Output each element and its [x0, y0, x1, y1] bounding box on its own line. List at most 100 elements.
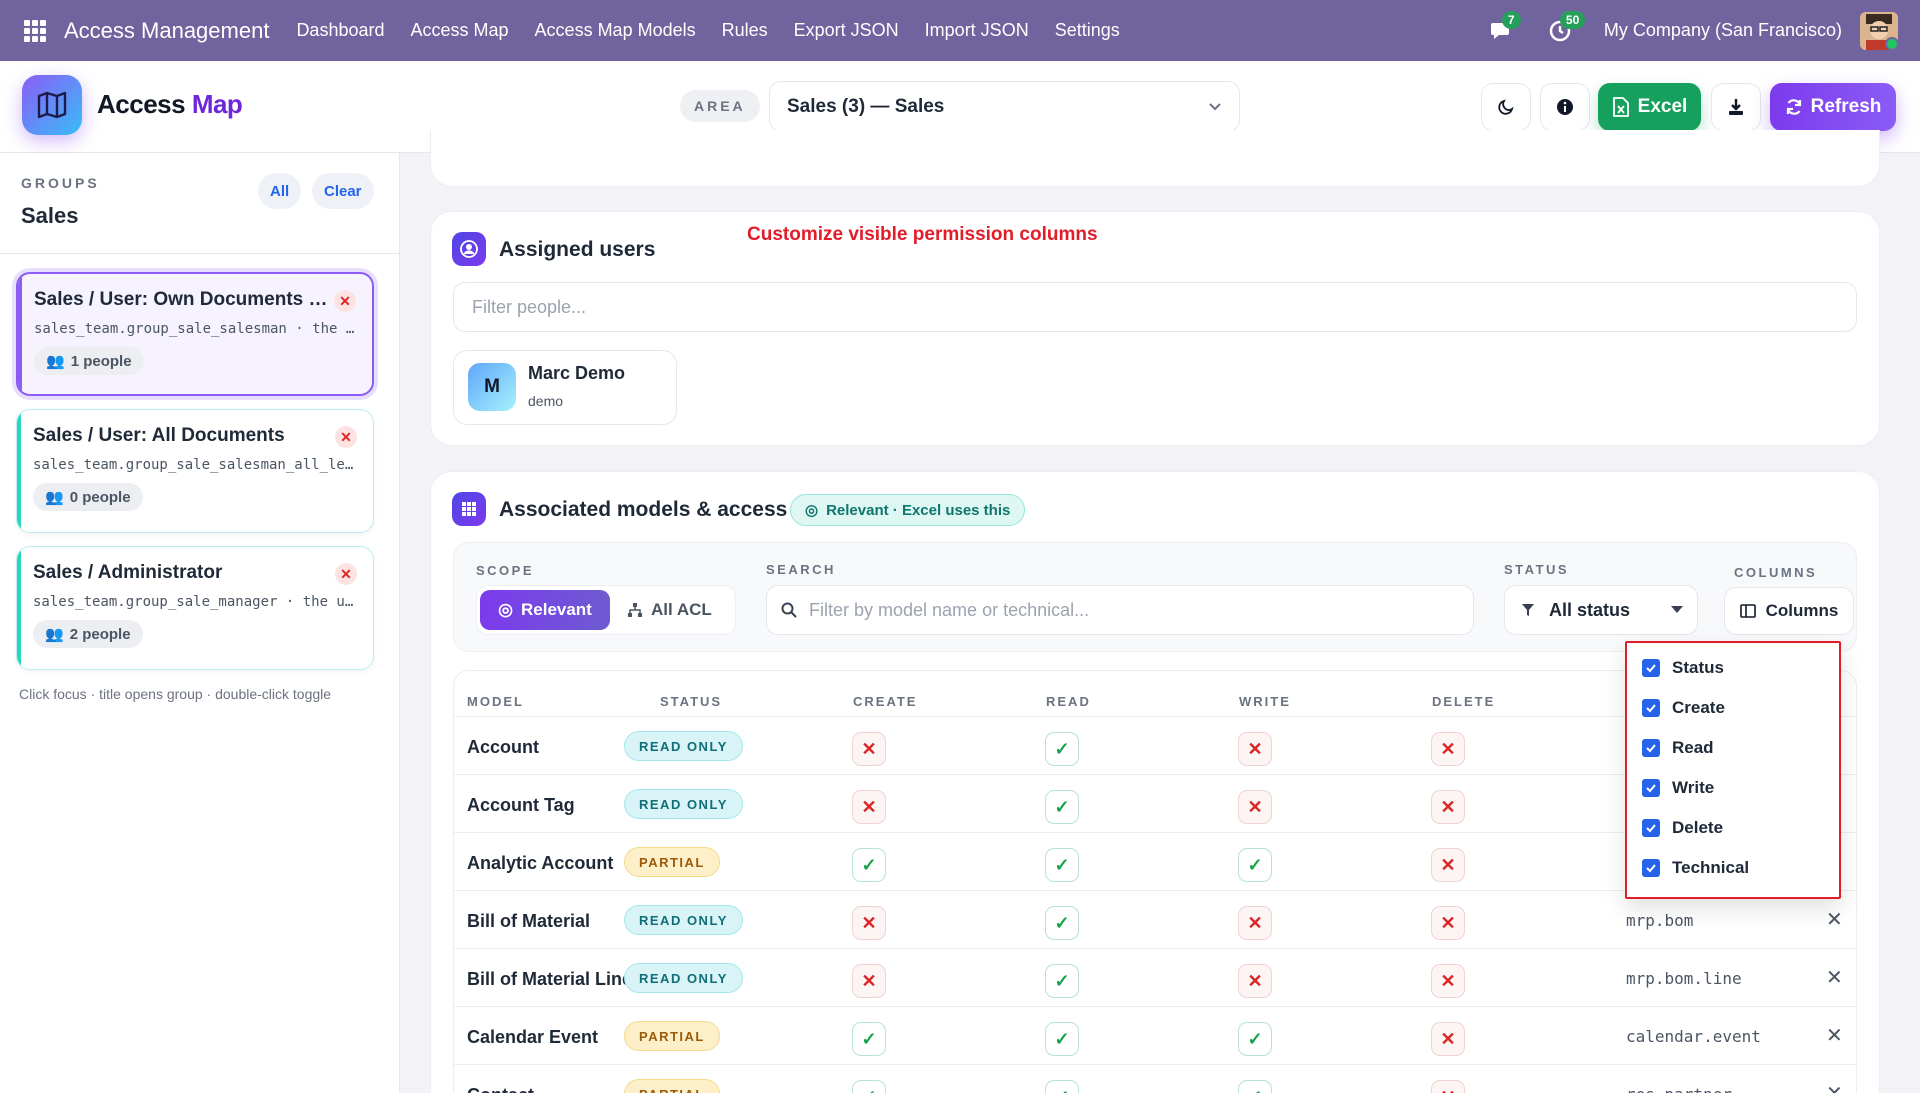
delete-permission-toggle[interactable]: ✕ — [1431, 848, 1465, 882]
user-avatar[interactable] — [1860, 11, 1898, 50]
checkbox-checked-icon[interactable] — [1642, 699, 1660, 717]
group-card[interactable]: Sales / User: All Documents sales_team.g… — [16, 409, 374, 533]
scope-all-acl-button[interactable]: All ACL — [627, 590, 712, 630]
column-option-technical[interactable]: Technical — [1642, 855, 1749, 881]
model-name[interactable]: Bill of Material Line — [467, 969, 632, 990]
people-filter-input[interactable]: Filter people... — [453, 282, 1857, 332]
nav-access-map[interactable]: Access Map — [411, 20, 509, 41]
user-card[interactable]: M Marc Demo demo — [453, 350, 677, 425]
create-permission-toggle[interactable]: ✕ — [852, 790, 886, 824]
write-permission-toggle[interactable]: ✓ — [1238, 1080, 1272, 1093]
nav-rules[interactable]: Rules — [722, 20, 768, 41]
th-write[interactable]: WRITE — [1239, 694, 1291, 709]
column-option-read[interactable]: Read — [1642, 735, 1714, 761]
remove-row-icon[interactable]: ✕ — [1826, 965, 1843, 990]
create-permission-toggle[interactable]: ✕ — [852, 964, 886, 998]
read-permission-toggle[interactable]: ✓ — [1045, 732, 1079, 766]
remove-group-button[interactable]: ✕ — [335, 426, 357, 448]
create-permission-toggle[interactable]: ✓ — [852, 1080, 886, 1093]
remove-group-button[interactable]: ✕ — [335, 563, 357, 585]
check-icon: ✓ — [861, 1087, 876, 1093]
nav-dashboard[interactable]: Dashboard — [296, 20, 384, 41]
columns-button[interactable]: Columns — [1724, 587, 1854, 635]
write-permission-toggle[interactable]: ✓ — [1238, 1022, 1272, 1056]
delete-permission-toggle[interactable]: ✕ — [1431, 906, 1465, 940]
write-permission-toggle[interactable]: ✕ — [1238, 906, 1272, 940]
column-option-delete[interactable]: Delete — [1642, 815, 1723, 841]
th-create[interactable]: CREATE — [853, 694, 917, 709]
remove-group-button[interactable]: ✕ — [334, 290, 356, 312]
write-permission-toggle[interactable]: ✕ — [1238, 790, 1272, 824]
th-read[interactable]: READ — [1046, 694, 1091, 709]
model-name[interactable]: Analytic Account — [467, 853, 613, 874]
column-option-write[interactable]: Write — [1642, 775, 1714, 801]
read-permission-toggle[interactable]: ✓ — [1045, 1080, 1079, 1093]
remove-row-icon[interactable]: ✕ — [1826, 1081, 1843, 1093]
scope-relevant-button[interactable]: ◎ Relevant — [480, 590, 610, 630]
clear-groups-button[interactable]: Clear — [312, 173, 374, 209]
nav-export-json[interactable]: Export JSON — [794, 20, 899, 41]
group-card[interactable]: Sales / Administrator sales_team.group_s… — [16, 546, 374, 670]
th-delete[interactable]: DELETE — [1432, 694, 1495, 709]
write-permission-toggle[interactable]: ✕ — [1238, 732, 1272, 766]
nav-settings[interactable]: Settings — [1055, 20, 1120, 41]
delete-permission-toggle[interactable]: ✕ — [1431, 964, 1465, 998]
model-name[interactable]: Account Tag — [467, 795, 575, 816]
model-name[interactable]: Account — [467, 737, 539, 758]
group-name[interactable]: Sales / User: All Documents — [33, 425, 333, 447]
create-permission-toggle[interactable]: ✕ — [852, 906, 886, 940]
read-permission-toggle[interactable]: ✓ — [1045, 906, 1079, 940]
write-permission-toggle[interactable]: ✓ — [1238, 848, 1272, 882]
nav-import-json[interactable]: Import JSON — [925, 20, 1029, 41]
remove-row-icon[interactable]: ✕ — [1826, 907, 1843, 932]
read-permission-toggle[interactable]: ✓ — [1045, 964, 1079, 998]
table-row[interactable]: Contact PARTIAL ✓ ✓ ✓ ✕ res.partner ✕ — [454, 1064, 1856, 1093]
theme-toggle-button[interactable] — [1481, 83, 1531, 131]
table-row[interactable]: Bill of Material Line READ ONLY ✕ ✓ ✕ ✕ mrp.bo… — [454, 948, 1856, 1006]
status-filter-select[interactable]: All status — [1504, 585, 1698, 635]
group-name[interactable]: Sales / Administrator — [33, 562, 333, 584]
group-card[interactable]: Sales / User: Own Documents Only sales_t… — [16, 272, 374, 396]
company-switcher[interactable]: My Company (San Francisco) — [1604, 20, 1842, 41]
delete-permission-toggle[interactable]: ✕ — [1431, 1022, 1465, 1056]
delete-permission-toggle[interactable]: ✕ — [1431, 1080, 1465, 1093]
th-status[interactable]: STATUS — [660, 694, 722, 709]
excel-export-button[interactable]: Excel — [1598, 83, 1701, 131]
read-permission-toggle[interactable]: ✓ — [1045, 790, 1079, 824]
checkbox-checked-icon[interactable] — [1642, 739, 1660, 757]
create-permission-toggle[interactable]: ✓ — [852, 848, 886, 882]
checkbox-checked-icon[interactable] — [1642, 859, 1660, 877]
checkbox-checked-icon[interactable] — [1642, 819, 1660, 837]
model-search-input[interactable]: Filter by model name or technical... — [766, 585, 1474, 635]
select-all-groups-button[interactable]: All — [258, 173, 302, 209]
th-model[interactable]: MODEL — [467, 694, 524, 709]
delete-permission-toggle[interactable]: ✕ — [1431, 790, 1465, 824]
model-name[interactable]: Contact — [467, 1085, 534, 1093]
model-name[interactable]: Calendar Event — [467, 1027, 598, 1048]
area-select[interactable]: Sales (3) — Sales — [769, 81, 1240, 132]
nav-access-map-models[interactable]: Access Map Models — [535, 20, 696, 41]
read-permission-toggle[interactable]: ✓ — [1045, 848, 1079, 882]
column-option-create[interactable]: Create — [1642, 695, 1725, 721]
write-permission-toggle[interactable]: ✕ — [1238, 964, 1272, 998]
table-row[interactable]: Calendar Event PARTIAL ✓ ✓ ✓ ✕ calendar.event ✕ — [454, 1006, 1856, 1064]
access-status-badge: READ ONLY — [624, 963, 743, 993]
messages-button[interactable]: 7 — [1488, 10, 1521, 45]
checkbox-checked-icon[interactable] — [1642, 779, 1660, 797]
download-button[interactable] — [1711, 83, 1761, 131]
model-name[interactable]: Bill of Material — [467, 911, 590, 932]
read-permission-toggle[interactable]: ✓ — [1045, 1022, 1079, 1056]
group-name[interactable]: Sales / User: Own Documents Only — [34, 289, 334, 311]
activity-button[interactable]: 50 — [1546, 10, 1586, 45]
create-permission-toggle[interactable]: ✕ — [852, 732, 886, 766]
column-option-status[interactable]: Status — [1642, 655, 1724, 681]
app-brand[interactable]: Access Management — [64, 18, 269, 44]
refresh-button[interactable]: Refresh — [1770, 83, 1896, 131]
remove-row-icon[interactable]: ✕ — [1826, 1023, 1843, 1048]
checkbox-checked-icon[interactable] — [1642, 659, 1660, 677]
create-permission-toggle[interactable]: ✓ — [852, 1022, 886, 1056]
info-button[interactable] — [1540, 83, 1590, 131]
apps-grid-icon[interactable] — [24, 19, 46, 42]
user-name[interactable]: Marc Demo — [528, 363, 625, 384]
delete-permission-toggle[interactable]: ✕ — [1431, 732, 1465, 766]
